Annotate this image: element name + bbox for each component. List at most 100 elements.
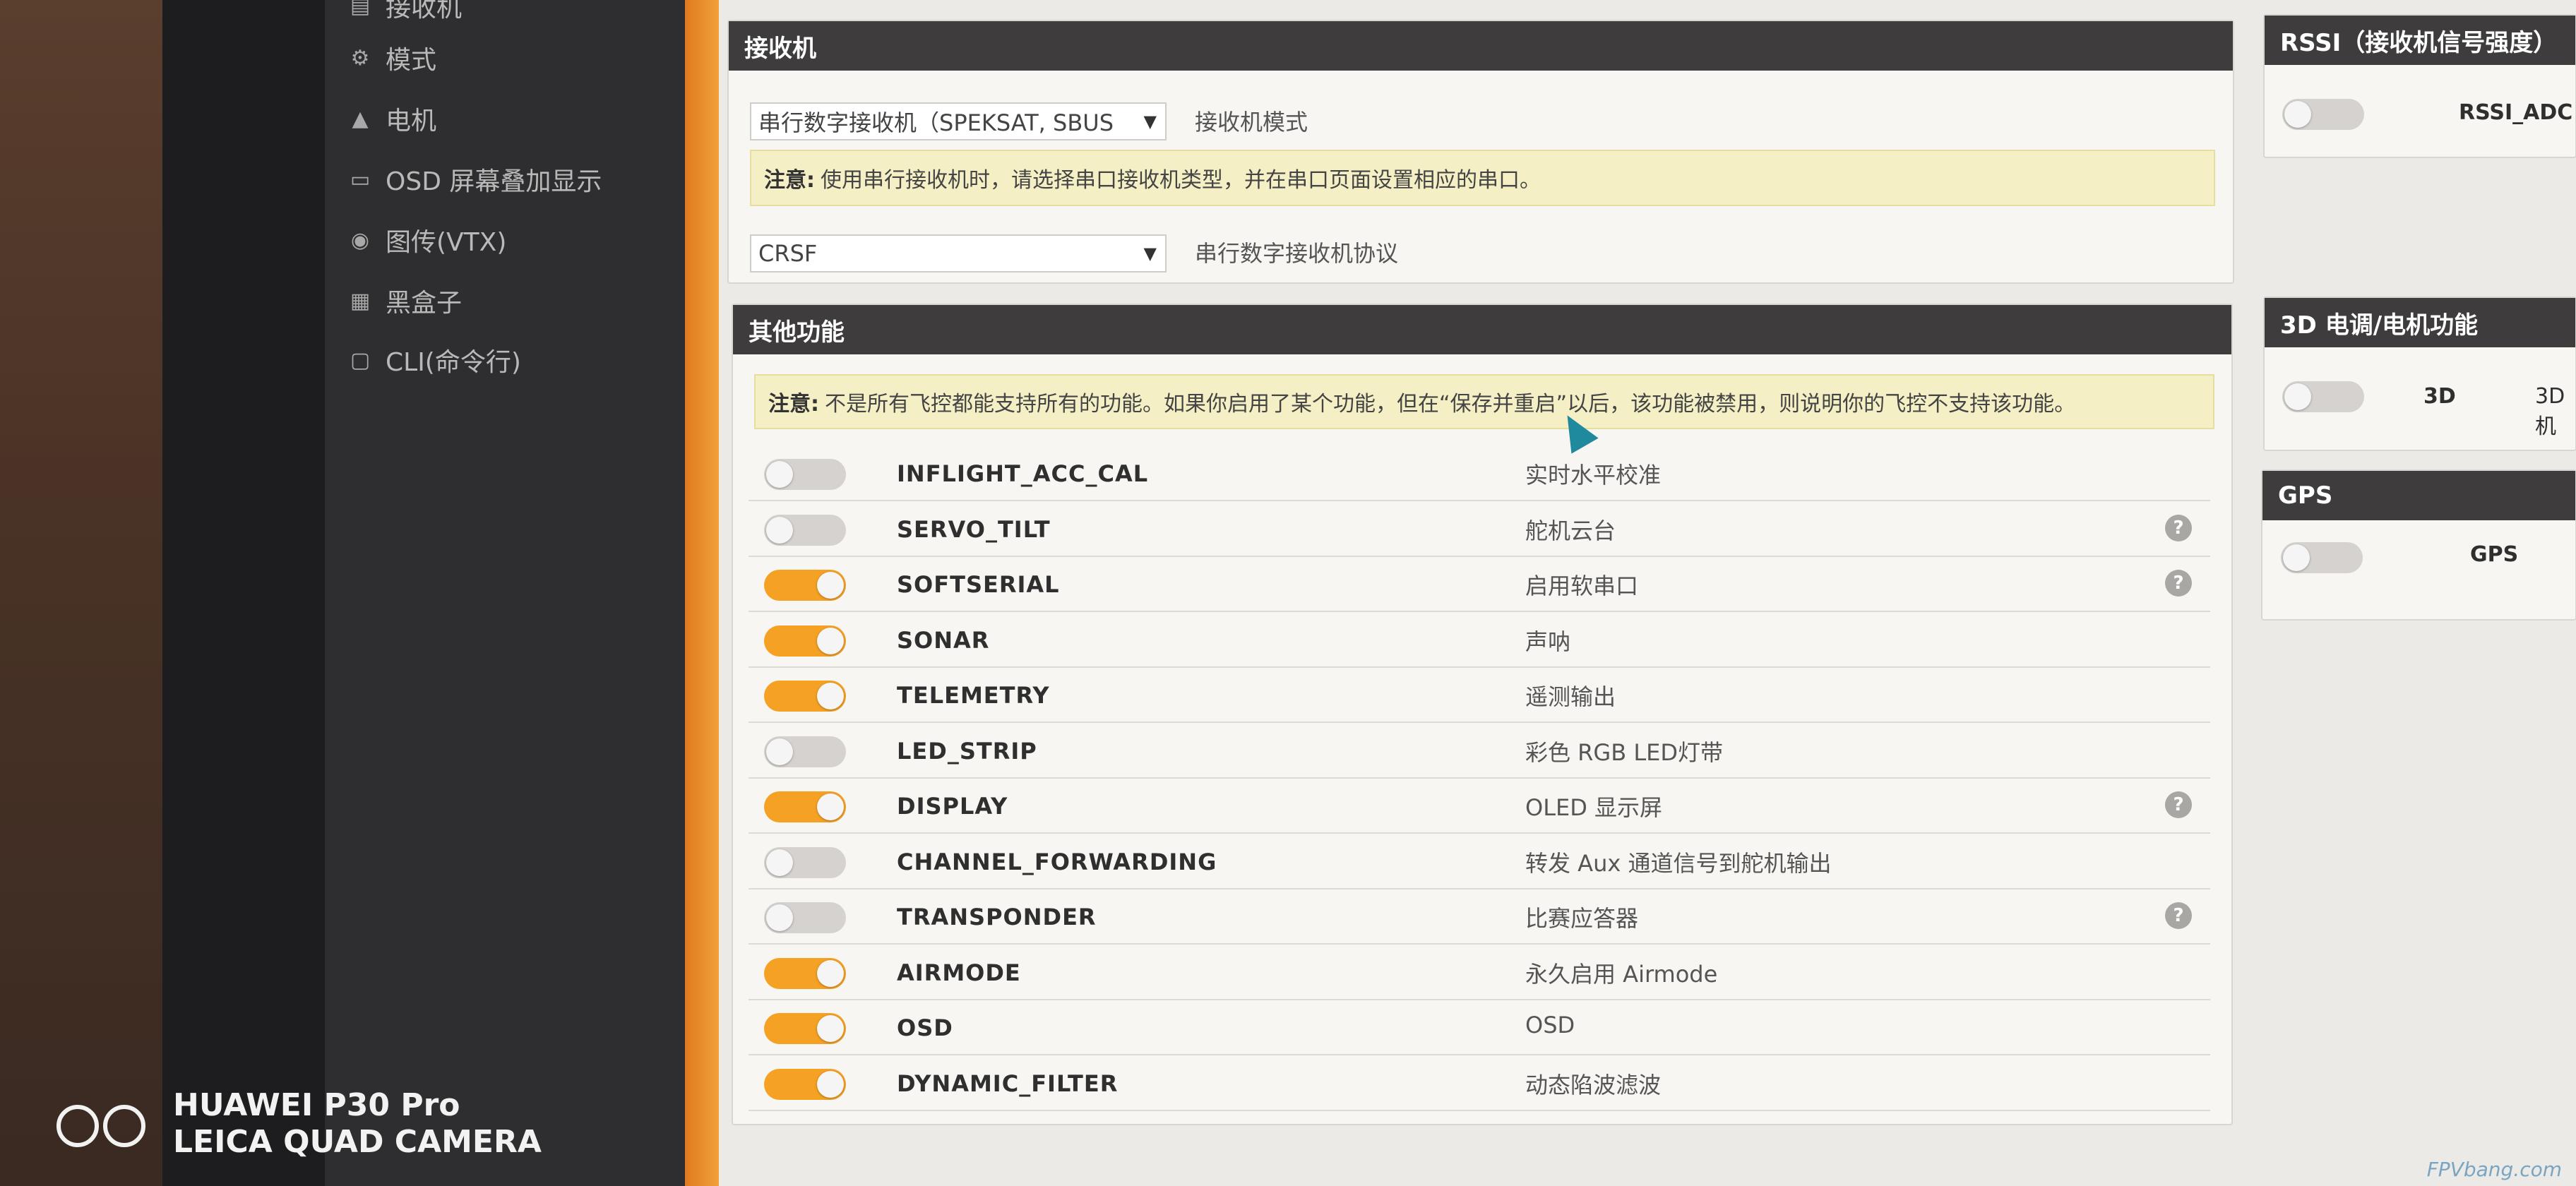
feature-name: INFLIGHT_ACC_CAL (897, 460, 1149, 487)
chevron-down-icon: ▼ (1143, 244, 1157, 263)
toggle-knob (817, 793, 844, 820)
sidebar-item-label: 模式 (386, 46, 437, 75)
osd-icon: ▭ (350, 167, 371, 192)
feature-toggle-display[interactable] (764, 791, 846, 822)
feature-name: LED_STRIP (897, 738, 1037, 765)
receiver-panel-title: 接收机 (729, 21, 2233, 71)
gps-label: GPS (2470, 542, 2519, 567)
feature-name: DISPLAY (897, 793, 1008, 820)
feature-description: OSD (1525, 1012, 1575, 1038)
gps-panel-title: GPS (2262, 471, 2575, 520)
toggle-knob (766, 738, 793, 765)
feature-description: 比赛应答器 (1525, 905, 1639, 932)
rssi-adc-toggle[interactable] (2282, 99, 2364, 130)
receiver-protocol-select[interactable]: CRSF ▼ (750, 234, 1167, 272)
feature-toggle-osd[interactable] (764, 1013, 846, 1044)
sidebar-item-vtx[interactable]: ◉ 图传(VTX) (346, 219, 506, 261)
help-icon[interactable]: ? (2165, 570, 2192, 597)
sidebar-item-receiver[interactable]: ▤ 接收机 (346, 0, 462, 27)
feature-toggle-telemetry[interactable] (764, 681, 846, 712)
feature-toggle-led-strip[interactable] (764, 736, 846, 767)
feature-row: AIRMODE 永久启用 Airmode (749, 945, 2210, 1000)
feature-row: DISPLAY OLED 显示屏? (749, 779, 2210, 834)
esc3d-panel-title: 3D 电调/电机功能 (2265, 298, 2575, 347)
vtx-icon: ◉ (350, 227, 370, 253)
rssi-adc-label: RSSI_ADC (2459, 100, 2573, 125)
help-icon[interactable]: ? (2165, 515, 2192, 541)
other-features-title: 其他功能 (733, 305, 2231, 354)
feature-description: 声呐 (1525, 628, 1571, 655)
feature-name: OSD (897, 1014, 953, 1041)
sidebar-item-label: OSD 屏幕叠加显示 (386, 167, 602, 196)
feature-toggle-dynamic-filter[interactable] (764, 1069, 846, 1100)
watermark-line2: LEICA QUAD CAMERA (173, 1124, 542, 1160)
esc3d-extra-label: 3D 机 (2535, 384, 2565, 439)
site-watermark: FPVbang.com (2426, 1158, 2562, 1181)
feature-description: 转发 Aux 通道信号到舵机输出 (1525, 850, 1832, 877)
feature-row: SOFTSERIAL 启用软串口? (749, 557, 2210, 612)
feature-row: INFLIGHT_ACC_CAL 实时水平校准 (749, 446, 2210, 501)
toggle-knob (766, 517, 793, 544)
feature-description: 实时水平校准 (1525, 462, 1662, 489)
sidebar-item-label: CLI(命令行) (386, 348, 521, 377)
feature-toggle-sonar[interactable] (764, 625, 846, 657)
esc3d-panel: 3D 电调/电机功能 (2263, 296, 2576, 451)
feature-name: TRANSPONDER (897, 904, 1097, 930)
feature-toggle-transponder[interactable] (764, 902, 846, 933)
sidebar-item-cli[interactable]: ▢ CLI(命令行) (346, 339, 521, 381)
receiver-mode-label: 接收机模式 (1195, 109, 1308, 136)
feature-description: OLED 显示屏 (1525, 794, 1663, 821)
monitor-bezel (162, 0, 346, 1186)
feature-description: 动态陷波滤波 (1525, 1072, 1662, 1098)
motor-icon: ▲ (352, 106, 369, 131)
rssi-panel: RSSI（接收机信号强度） (2263, 14, 2576, 158)
receiver-icon: ▤ (350, 0, 371, 18)
toggle-knob (817, 628, 844, 654)
receiver-protocol-label: 串行数字接收机协议 (1195, 240, 1399, 267)
toggle-knob (2284, 101, 2311, 128)
watermark-line1: HUAWEI P30 Pro (173, 1087, 460, 1123)
toggle-knob (817, 960, 844, 987)
feature-toggle-softserial[interactable] (764, 570, 846, 601)
sidebar-item-motors[interactable]: ▲ 电机 (346, 97, 436, 140)
modes-icon: ⚙ (350, 45, 370, 71)
feature-toggle-airmode[interactable] (764, 958, 846, 989)
receiver-mode-select[interactable]: 串行数字接收机（SPEKSAT, SBUS ▼ (750, 102, 1167, 140)
toggle-knob (2283, 544, 2310, 571)
toggle-knob (2284, 383, 2311, 410)
feature-name: TELEMETRY (897, 682, 1050, 709)
help-icon[interactable]: ? (2165, 791, 2192, 818)
accent-strip (685, 0, 719, 1186)
feature-description: 遥测输出 (1525, 683, 1616, 710)
toggle-knob (817, 683, 844, 709)
feature-toggle-inflight-acc-cal[interactable] (764, 459, 846, 490)
feature-name: SONAR (897, 627, 990, 654)
rssi-panel-title: RSSI（接收机信号强度） (2265, 16, 2575, 65)
feature-row: DYNAMIC_FILTER 动态陷波滤波 (749, 1056, 2210, 1111)
feature-toggle-servo-tilt[interactable] (764, 515, 846, 546)
sidebar-item-label: 接收机 (386, 0, 463, 23)
feature-row: LED_STRIP 彩色 RGB LED灯带 (749, 724, 2210, 779)
feature-row: SERVO_TILT 舵机云台? (749, 502, 2210, 557)
sidebar-item-blackbox[interactable]: ▦ 黑盒子 (346, 280, 462, 322)
feature-toggle-channel-forwarding[interactable] (764, 847, 846, 878)
feature-description: 永久启用 Airmode (1525, 961, 1718, 988)
sidebar-item-modes[interactable]: ⚙ 模式 (346, 37, 436, 79)
feature-name: SOFTSERIAL (897, 571, 1060, 598)
sidebar-item-label: 图传(VTX) (386, 228, 507, 257)
background-left (0, 0, 162, 1186)
toggle-knob (766, 461, 793, 488)
toggle-knob (766, 904, 793, 931)
feature-row: SONAR 声呐 (749, 613, 2210, 668)
feature-name: AIRMODE (897, 959, 1021, 986)
blackbox-icon: ▦ (350, 288, 371, 313)
esc3d-toggle[interactable] (2282, 381, 2364, 412)
sidebar-item-osd[interactable]: ▭ OSD 屏幕叠加显示 (346, 158, 602, 200)
feature-row: CHANNEL_FORWARDING 转发 Aux 通道信号到舵机输出 (749, 834, 2210, 890)
feature-row: OSD OSD (749, 1000, 2210, 1055)
receiver-mode-value: 串行数字接收机（SPEKSAT, SBUS (758, 109, 1114, 136)
receiver-note: 注意: 使用串行接收机时，请选择串口接收机类型，并在串口页面设置相应的串口。 (750, 150, 2215, 206)
cli-icon: ▢ (350, 347, 371, 373)
help-icon[interactable]: ? (2165, 902, 2192, 929)
gps-toggle[interactable] (2281, 542, 2363, 573)
